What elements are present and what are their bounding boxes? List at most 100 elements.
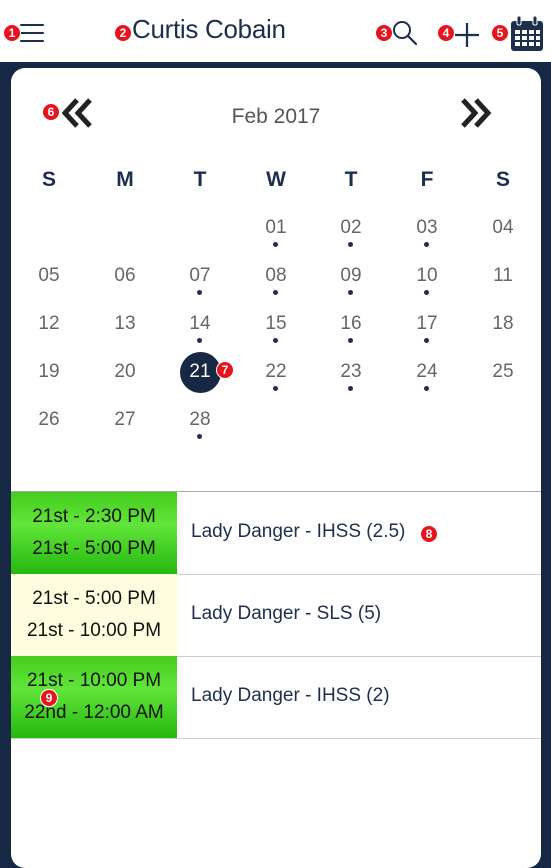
chevron-right-double-icon[interactable] xyxy=(459,98,493,128)
calendar-day[interactable]: 24 xyxy=(389,360,465,408)
event-indicator-dot xyxy=(424,386,429,391)
weekday-label: W xyxy=(266,168,286,191)
calendar-day[interactable]: 13 xyxy=(87,312,163,360)
calendar-day-number: 12 xyxy=(38,313,60,334)
calendar-day-number: 08 xyxy=(265,265,287,286)
event-time: 21st - 2:30 PM 21st - 5:00 PM xyxy=(11,492,177,574)
event-indicator-dot xyxy=(197,434,202,439)
calendar-day[interactable]: 02 xyxy=(313,216,389,264)
calendar-day[interactable]: 06 xyxy=(87,264,163,312)
event-indicator-dot xyxy=(197,290,202,295)
event-indicator-dot xyxy=(424,242,429,247)
calendar-day-number: 26 xyxy=(38,409,60,430)
calendar-day-number: 18 xyxy=(492,313,514,334)
calendar-day[interactable]: 20 xyxy=(87,360,163,408)
calendar-day-number: 15 xyxy=(265,313,287,334)
event-indicator-dot xyxy=(273,338,278,343)
weekday-label: S xyxy=(495,168,510,191)
calendar-day[interactable]: 11 xyxy=(465,264,541,312)
calendar-day[interactable]: 10 xyxy=(389,264,465,312)
calendar-day[interactable]: 26 xyxy=(11,408,87,456)
event-time: 21st - 10:00 PM 22nd - 12:00 AM xyxy=(11,656,177,738)
calendar-day[interactable]: 03 xyxy=(389,216,465,264)
calendar-day-number: 10 xyxy=(416,265,438,286)
calendar-day-number: 02 xyxy=(340,217,362,238)
calendar-day[interactable]: 21 xyxy=(162,352,238,408)
event-start: 21st - 2:30 PM xyxy=(32,506,156,527)
annotation-badge: 4 xyxy=(438,25,454,41)
calendar-day-number: 09 xyxy=(340,265,362,286)
calendar-day[interactable]: 25 xyxy=(465,360,541,408)
event-start: 21st - 10:00 PM xyxy=(26,670,162,691)
calendar-day-number: 07 xyxy=(189,265,211,286)
calendar-day-number: 27 xyxy=(114,409,136,430)
calendar-day-number: 20 xyxy=(114,361,136,382)
weekday-label: F xyxy=(420,168,434,191)
event-indicator-dot xyxy=(348,242,353,247)
menu-icon[interactable] xyxy=(20,24,44,44)
event-end: 21st - 5:00 PM xyxy=(32,538,156,559)
event-indicator-dot xyxy=(273,242,278,247)
annotation-badge: 9 xyxy=(41,690,57,706)
event-time: 21st - 5:00 PM 21st - 10:00 PM xyxy=(11,574,177,656)
calendar-day-number: 25 xyxy=(492,361,514,382)
event-indicator-dot xyxy=(197,338,202,343)
calendar-day-number: 13 xyxy=(114,313,136,334)
calendar-day-number: 19 xyxy=(38,361,60,382)
event-title: Lady Danger - SLS (5) xyxy=(191,603,382,624)
event-row[interactable]: 21st - 2:30 PM 21st - 5:00 PM Lady Dange… xyxy=(11,492,541,575)
calendar-day[interactable]: 17 xyxy=(389,312,465,360)
search-icon[interactable] xyxy=(392,20,418,46)
annotation-badge: 1 xyxy=(4,25,20,41)
calendar-day-number: 23 xyxy=(340,361,362,382)
page-title: Curtis Cobain xyxy=(132,14,286,44)
event-title: Lady Danger - IHSS (2.5) xyxy=(191,521,406,542)
weekday-label: M xyxy=(116,168,134,191)
event-end: 22nd - 12:00 AM xyxy=(24,702,164,723)
event-indicator-dot xyxy=(273,386,278,391)
event-indicator-dot xyxy=(348,338,353,343)
calendar-day[interactable]: 08 xyxy=(238,264,314,312)
calendar-day-number: 28 xyxy=(189,409,211,430)
app-header: 1 2 Curtis Cobain 3 4 5 xyxy=(0,0,551,62)
annotation-badge: 3 xyxy=(376,25,392,41)
calendar-day[interactable]: 23 xyxy=(313,360,389,408)
weekday-label: T xyxy=(193,168,207,191)
calendar-day[interactable]: 18 xyxy=(465,312,541,360)
calendar-day-number: 11 xyxy=(493,265,513,286)
weekday-label: T xyxy=(344,168,358,191)
calendar-day[interactable]: 12 xyxy=(11,312,87,360)
annotation-badge: 8 xyxy=(421,526,437,542)
calendar-day[interactable]: 01 xyxy=(238,216,314,264)
event-end: 21st - 10:00 PM xyxy=(26,620,162,641)
calendar-day[interactable]: 07 xyxy=(162,264,238,312)
event-indicator-dot xyxy=(348,386,353,391)
calendar-day[interactable]: 15 xyxy=(238,312,314,360)
calendar-icon[interactable] xyxy=(510,16,544,52)
event-indicator-dot xyxy=(424,338,429,343)
month-navigation: 6 Feb 2017 xyxy=(11,68,541,168)
annotation-badge: 2 xyxy=(115,25,131,41)
plus-icon[interactable] xyxy=(454,22,480,48)
calendar-day[interactable]: 22 xyxy=(238,360,314,408)
calendar-day[interactable]: 16 xyxy=(313,312,389,360)
calendar-day-number: 05 xyxy=(38,265,60,286)
event-row[interactable]: 21st - 10:00 PM 22nd - 12:00 AM Lady Dan… xyxy=(11,656,541,739)
event-title: Lady Danger - IHSS (2) xyxy=(191,685,390,706)
event-indicator-dot xyxy=(273,290,278,295)
calendar-day-number: 03 xyxy=(416,217,438,238)
event-row[interactable]: 21st - 5:00 PM 21st - 10:00 PM Lady Dang… xyxy=(11,574,541,657)
calendar-day-number: 04 xyxy=(492,217,514,238)
calendar-day-number: 17 xyxy=(416,313,438,334)
annotation-badge: 5 xyxy=(492,25,508,41)
event-start: 21st - 5:00 PM xyxy=(32,588,156,609)
calendar-day[interactable]: 27 xyxy=(87,408,163,456)
calendar-day[interactable]: 19 xyxy=(11,360,87,408)
calendar-day[interactable]: 28 xyxy=(162,408,238,456)
calendar-day[interactable]: 05 xyxy=(11,264,87,312)
calendar-day[interactable]: 09 xyxy=(313,264,389,312)
calendar-day-number: 16 xyxy=(340,313,362,334)
calendar-day[interactable]: 04 xyxy=(465,216,541,264)
calendar-day-number: 21 xyxy=(189,361,211,382)
weekday-label: S xyxy=(41,168,56,191)
